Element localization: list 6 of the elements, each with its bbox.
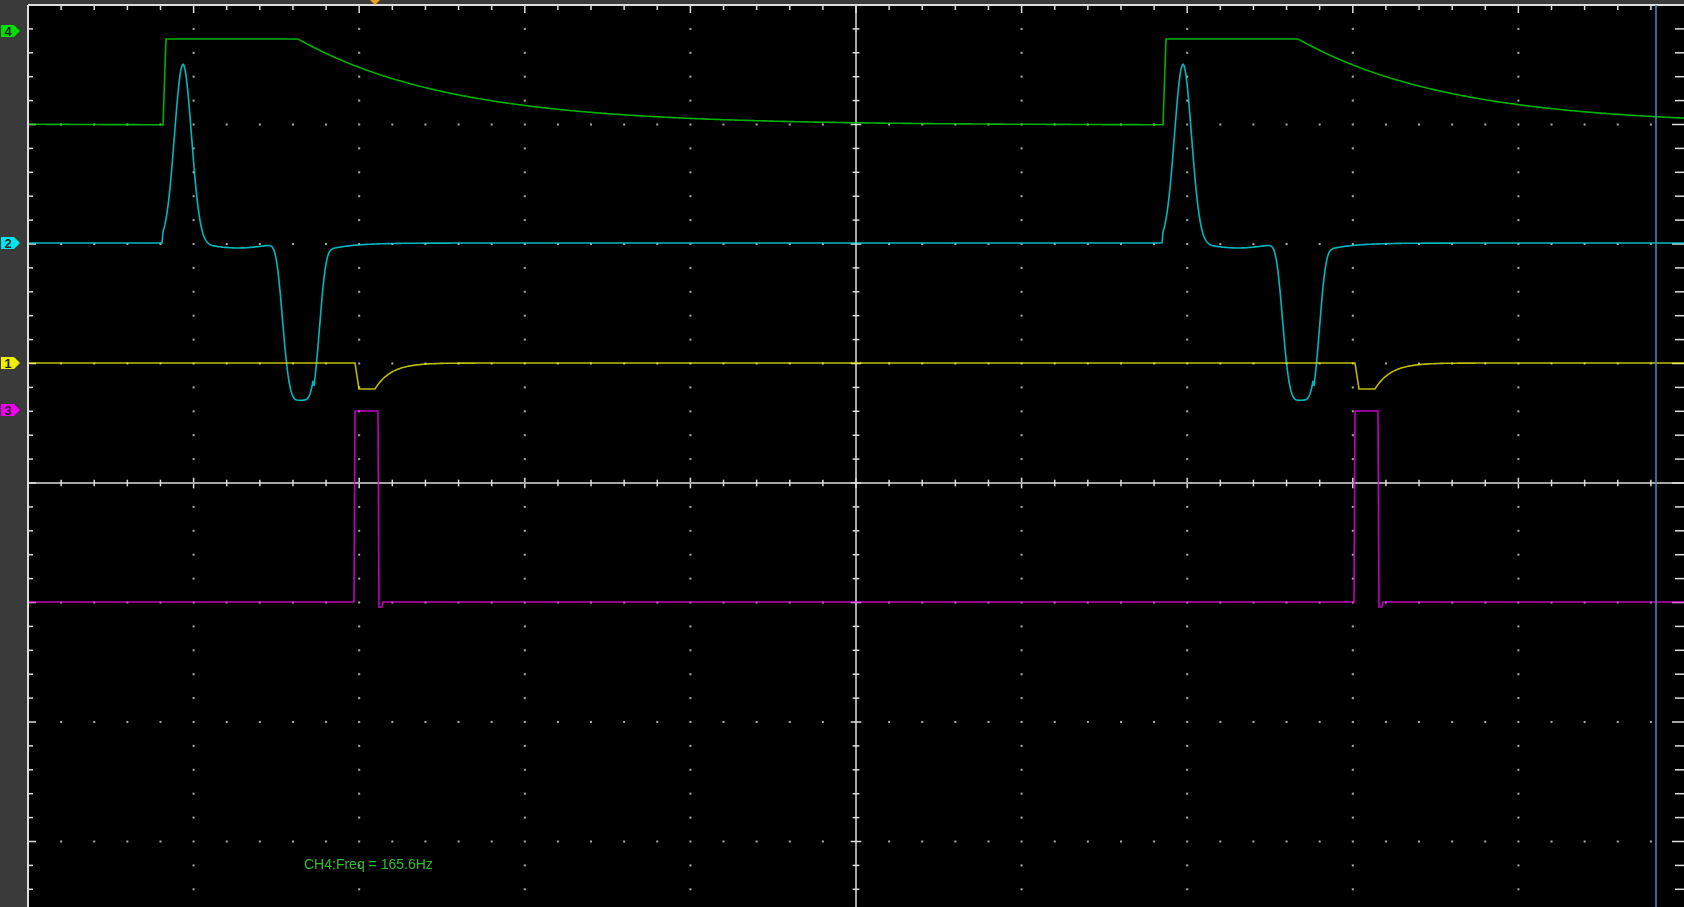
channel-marker[interactable]: 3 — [1, 403, 20, 418]
channel-marker[interactable]: 2 — [1, 236, 20, 251]
channel-marker[interactable]: 1 — [1, 356, 20, 371]
trigger-marker-icon[interactable] — [370, 0, 380, 5]
measurement-readout: CH4:Freq = 165.6Hz — [304, 856, 433, 872]
channel-marker[interactable]: 4 — [1, 24, 20, 39]
